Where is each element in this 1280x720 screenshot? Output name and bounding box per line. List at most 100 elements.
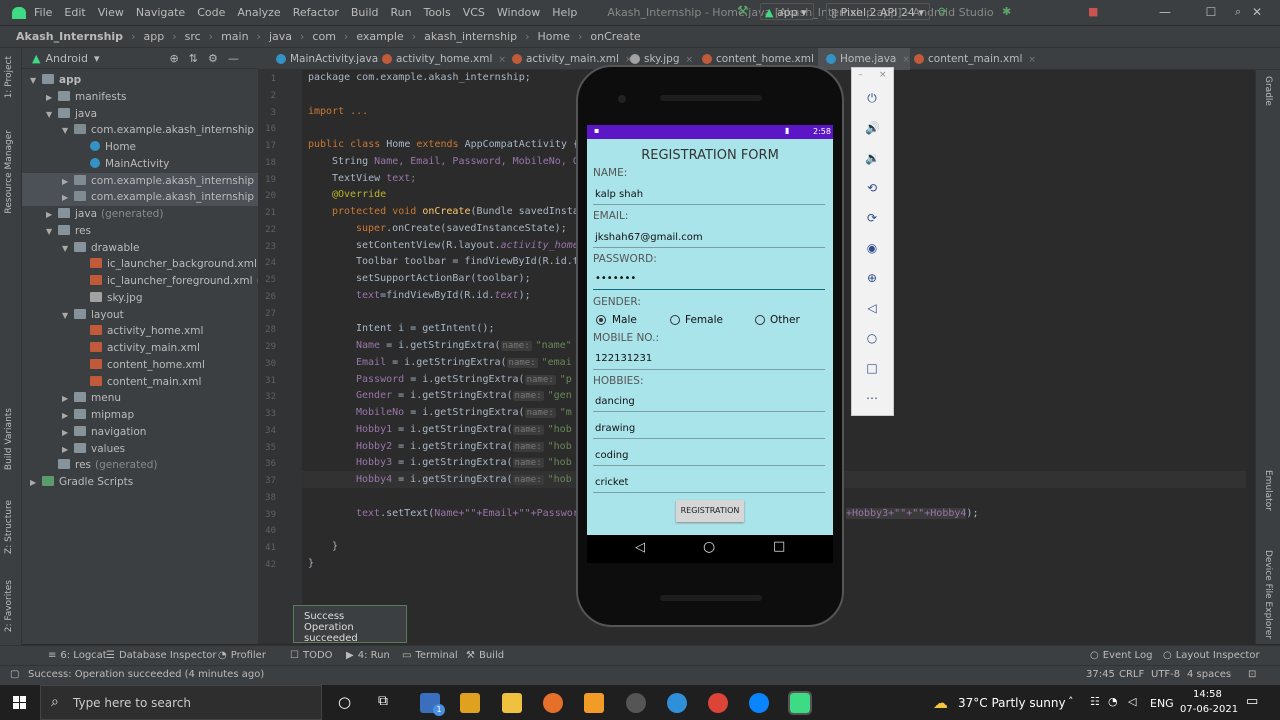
menu-code[interactable]: Code bbox=[197, 6, 225, 19]
tree-item[interactable]: activity_main.xml bbox=[22, 340, 258, 357]
menu-file[interactable]: File bbox=[34, 6, 52, 19]
editor-scrollbar[interactable] bbox=[1246, 70, 1255, 644]
breadcrumb-module[interactable]: app bbox=[143, 30, 164, 43]
tree-item[interactable]: content_main.xml bbox=[22, 374, 258, 391]
status-message[interactable]: Success: Operation succeeded (4 minutes … bbox=[28, 669, 264, 680]
tree-item[interactable]: res (generated) bbox=[22, 457, 258, 474]
menu-window[interactable]: Window bbox=[497, 6, 540, 19]
hobby-field-3[interactable]: coding bbox=[595, 450, 628, 461]
hobby-field-4[interactable]: cricket bbox=[595, 477, 628, 488]
menu-run[interactable]: Run bbox=[391, 6, 412, 19]
more-icon[interactable]: ⋯ bbox=[865, 391, 879, 405]
tree-item[interactable]: Home bbox=[22, 139, 258, 156]
taskbar-time[interactable]: 14:58 bbox=[1193, 689, 1222, 700]
tree-item[interactable]: ▶ values bbox=[22, 441, 258, 458]
tree-expand-icon[interactable]: ▶ bbox=[46, 206, 58, 223]
tree-item[interactable]: ▶com.example.akash_internship(androidTes… bbox=[22, 172, 327, 190]
tree-expand-icon[interactable]: ▼ bbox=[46, 223, 58, 240]
tree-expand-icon[interactable]: ▶ bbox=[62, 390, 74, 407]
tree-item[interactable]: ▶ Gradle Scripts bbox=[22, 474, 258, 491]
bottom-tool-build[interactable]: ⚒ Build bbox=[466, 650, 504, 661]
breadcrumb-project[interactable]: Akash_Internship bbox=[16, 30, 123, 43]
breadcrumb-example[interactable]: example bbox=[356, 30, 403, 43]
tree-expand-icon[interactable]: ▼ bbox=[46, 106, 58, 123]
tree-expand-icon[interactable]: ▼ bbox=[30, 72, 42, 89]
tree-item[interactable]: ▼ res bbox=[22, 223, 258, 240]
tab-close-icon[interactable]: × bbox=[1028, 55, 1036, 65]
menu-view[interactable]: View bbox=[98, 6, 124, 19]
breadcrumb-com[interactable]: com bbox=[312, 30, 336, 43]
run-icon[interactable]: ⟳ bbox=[938, 3, 947, 20]
volume-up-icon[interactable]: 🔊 bbox=[865, 121, 880, 135]
tree-item[interactable]: activity_home.xml bbox=[22, 323, 258, 340]
tree-expand-icon[interactable]: ▶ bbox=[62, 189, 74, 206]
menu-edit[interactable]: Edit bbox=[64, 6, 85, 19]
gear-icon[interactable]: ⚙ bbox=[208, 52, 218, 65]
tree-item[interactable]: content_home.xml bbox=[22, 357, 258, 374]
tree-item[interactable]: ▼ java bbox=[22, 106, 258, 123]
tree-item[interactable]: ▶com.example.akash_internship(test) bbox=[22, 189, 286, 207]
radio-female[interactable] bbox=[670, 315, 680, 325]
speedometer-icon[interactable] bbox=[626, 693, 646, 713]
collapse-icon[interactable]: ⇅ bbox=[189, 52, 198, 65]
hobby-field-2[interactable]: drawing bbox=[595, 423, 635, 434]
menu-tools[interactable]: Tools bbox=[424, 6, 451, 19]
registration-button[interactable]: REGISTRATION bbox=[676, 500, 744, 522]
tree-expand-icon[interactable]: ▶ bbox=[62, 407, 74, 424]
breadcrumb-class[interactable]: Home bbox=[538, 30, 570, 43]
menu-vcs[interactable]: VCS bbox=[463, 6, 485, 19]
store-icon[interactable] bbox=[460, 693, 480, 713]
tree-expand-icon[interactable]: ▼ bbox=[62, 307, 74, 324]
tree-item[interactable]: ic_launcher_background.xml bbox=[22, 256, 258, 273]
phone-overview-button[interactable]: □ bbox=[773, 539, 785, 554]
line-separator[interactable]: CRLF bbox=[1119, 669, 1144, 680]
maximize-button[interactable]: ☐ bbox=[1188, 0, 1234, 25]
bottom-tool-todo[interactable]: ☐ TODO bbox=[290, 650, 333, 661]
windows-start-icon[interactable] bbox=[13, 696, 27, 710]
breadcrumb-method[interactable]: onCreate bbox=[590, 30, 640, 43]
android-studio-taskbar-icon[interactable] bbox=[788, 691, 812, 715]
tree-item[interactable]: ▶ manifests bbox=[22, 89, 258, 106]
emulator-close-icon[interactable]: × bbox=[879, 70, 887, 80]
file-explorer-icon[interactable] bbox=[502, 693, 522, 713]
bottom-tool-run[interactable]: ▶ 4: Run bbox=[346, 650, 390, 661]
project-tool-tab[interactable]: 1: Project bbox=[4, 56, 14, 98]
tree-expand-icon[interactable]: ▶ bbox=[62, 173, 74, 190]
mobile-field[interactable]: 122131231 bbox=[595, 353, 652, 364]
resource-manager-tab[interactable]: Resource Manager bbox=[4, 130, 14, 214]
breadcrumb-package[interactable]: akash_internship bbox=[424, 30, 517, 43]
volume-down-icon[interactable]: 🔉 bbox=[865, 151, 880, 165]
debug-icon[interactable]: ✱ bbox=[1002, 3, 1011, 20]
radio-other[interactable] bbox=[755, 315, 765, 325]
chrome-icon[interactable] bbox=[708, 693, 728, 713]
name-field[interactable]: kalp shah bbox=[595, 189, 643, 200]
tree-item[interactable]: ▶ menu bbox=[22, 390, 258, 407]
menu-help[interactable]: Help bbox=[552, 6, 577, 19]
bottom-tool-terminal[interactable]: ▭ Terminal bbox=[402, 650, 458, 661]
stop-icon[interactable]: ■ bbox=[1088, 3, 1098, 20]
back-icon[interactable]: ◁ bbox=[865, 301, 879, 315]
build-variants-tab[interactable]: Build Variants bbox=[4, 408, 14, 470]
firefox-icon[interactable] bbox=[543, 693, 563, 713]
cortana-icon[interactable]: ○ bbox=[338, 693, 351, 711]
taskbar-search-box[interactable]: ⌕ Type here to search bbox=[40, 685, 322, 720]
tab-close-icon[interactable]: × bbox=[685, 55, 693, 65]
hide-icon[interactable]: — bbox=[228, 52, 239, 65]
tree-expand-icon[interactable]: ▶ bbox=[30, 474, 42, 491]
tree-expand-icon[interactable]: ▶ bbox=[62, 441, 74, 458]
notification-toast[interactable]: Success Operation succeeded bbox=[293, 605, 407, 644]
device-file-explorer-tab[interactable]: Device File Explorer bbox=[1263, 550, 1273, 639]
emulator-tab[interactable]: Emulator bbox=[1263, 470, 1273, 511]
taskbar-date[interactable]: 07-06-2021 bbox=[1180, 704, 1238, 715]
tree-item[interactable]: ▶ mipmap bbox=[22, 407, 258, 424]
chevron-down-icon[interactable]: ▾ bbox=[94, 52, 100, 65]
gradle-tab[interactable]: Gradle bbox=[1263, 76, 1273, 106]
tree-expand-icon[interactable]: ▼ bbox=[62, 240, 74, 257]
bottom-tool-layout-inspector[interactable]: ○ Layout Inspector bbox=[1163, 650, 1260, 661]
menu-navigate[interactable]: Navigate bbox=[136, 6, 185, 19]
bottom-tool-event-log[interactable]: ○ Event Log bbox=[1090, 650, 1152, 661]
phone-back-button[interactable]: ◁ bbox=[635, 540, 645, 555]
rotate-right-icon[interactable]: ⟳ bbox=[865, 211, 879, 225]
edge-icon[interactable] bbox=[667, 693, 687, 713]
minimize-button[interactable]: — bbox=[1142, 0, 1188, 25]
